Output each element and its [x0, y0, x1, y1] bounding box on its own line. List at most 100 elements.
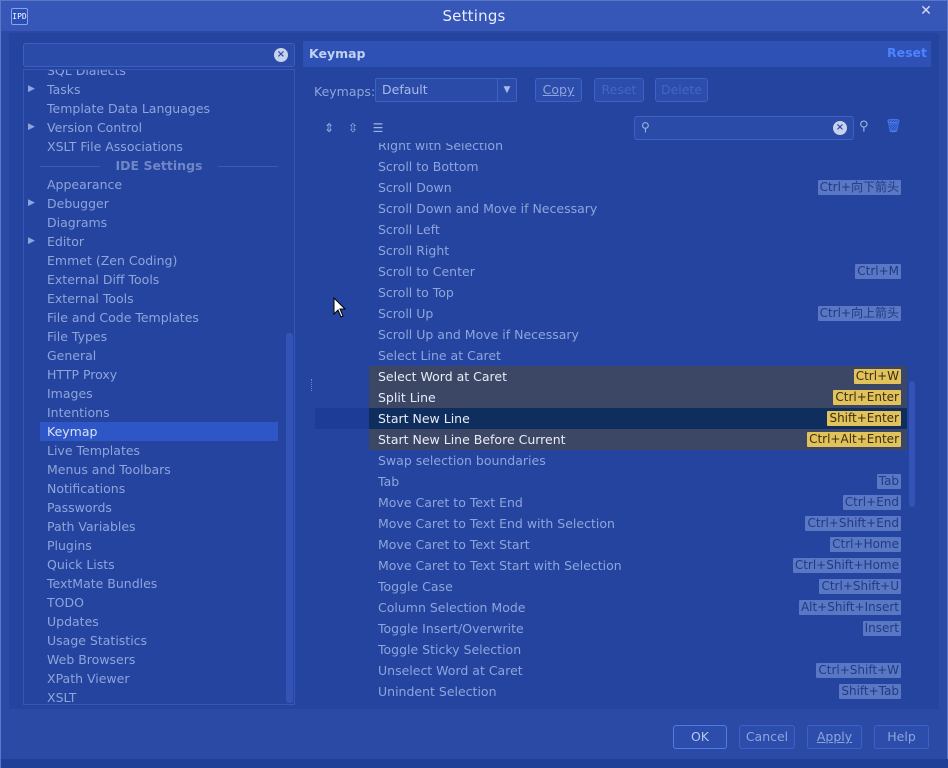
- tree-item[interactable]: Emmet (Zen Coding): [24, 251, 294, 270]
- shortcut-badge: Shift+Enter: [827, 411, 901, 426]
- tree-item[interactable]: ▶ Version Control: [24, 118, 294, 137]
- tree-item[interactable]: Menus and Toolbars: [24, 460, 294, 479]
- clear-keymap-search-icon[interactable]: ×: [833, 121, 847, 135]
- tree-item-label: File Types: [47, 329, 108, 344]
- tree-item[interactable]: SQL Dialects: [24, 69, 294, 80]
- action-row[interactable]: Scroll Up Ctrl+向上箭头: [303, 303, 907, 324]
- tree-item-label: Passwords: [47, 500, 112, 515]
- tree-item[interactable]: Appearance: [24, 175, 294, 194]
- action-row[interactable]: Right with Selection: [303, 143, 907, 156]
- tree-item[interactable]: File Types: [24, 327, 294, 346]
- action-row[interactable]: Select Line at Caret: [303, 345, 907, 366]
- action-name: Split Line: [378, 390, 436, 405]
- tree-item[interactable]: Template Data Languages: [24, 99, 294, 118]
- reset-keymap-button[interactable]: Reset: [594, 78, 644, 102]
- action-row[interactable]: Move Caret to Text End with Selection Ctr…: [303, 513, 907, 534]
- chevron-down-icon[interactable]: ▼: [497, 79, 516, 101]
- expand-arrow-icon[interactable]: ▶: [28, 194, 35, 213]
- tree-item[interactable]: TODO: [24, 593, 294, 612]
- action-row[interactable]: Move Caret to Text Start Ctrl+Home: [303, 534, 907, 555]
- action-row[interactable]: Unindent Selection Shift+Tab: [303, 681, 907, 702]
- action-row[interactable]: Tab Tab: [303, 471, 907, 492]
- expand-arrow-icon[interactable]: ▶: [28, 118, 35, 137]
- tree-item[interactable]: ▶ Editor: [24, 232, 294, 251]
- action-row[interactable]: Move Caret to Text End Ctrl+End: [303, 492, 907, 513]
- tree-item[interactable]: ▶ Tasks: [24, 80, 294, 99]
- settings-tree-items: SQL Dialects ▶ Tasks Template Data Language…: [24, 69, 294, 704]
- tree-item-label: Emmet (Zen Coding): [47, 253, 178, 268]
- tree-item[interactable]: Diagrams: [24, 213, 294, 232]
- close-icon[interactable]: ✕: [911, 1, 941, 21]
- action-row[interactable]: Scroll Down and Move if Necessary: [303, 198, 907, 219]
- action-row[interactable]: Swap selection boundaries: [303, 450, 907, 471]
- tree-item[interactable]: XSLT: [24, 688, 294, 704]
- tree-item[interactable]: Path Variables: [24, 517, 294, 536]
- action-row[interactable]: Move Caret to Text Start with Selection C…: [303, 555, 907, 576]
- action-row[interactable]: Column Selection Mode Alt+Shift+Insert: [303, 597, 907, 618]
- action-row[interactable]: Toggle Case Ctrl+Shift+U: [303, 576, 907, 597]
- help-button[interactable]: Help: [874, 725, 929, 749]
- tree-item[interactable]: Quick Lists: [24, 555, 294, 574]
- action-list-scrollbar[interactable]: [909, 381, 915, 507]
- reset-link[interactable]: Reset: [887, 45, 927, 60]
- action-name: Tab: [378, 474, 400, 489]
- shortcut-badge: Ctrl+Home: [830, 537, 901, 552]
- tree-item-label: Quick Lists: [47, 557, 115, 572]
- tree-item[interactable]: Live Templates: [24, 441, 294, 460]
- tree-item[interactable]: HTTP Proxy: [24, 365, 294, 384]
- tree-item[interactable]: File and Code Templates: [24, 308, 294, 327]
- cancel-button[interactable]: Cancel: [739, 725, 795, 749]
- action-row[interactable]: Scroll to Bottom: [303, 156, 907, 177]
- tree-item[interactable]: XPath Viewer: [24, 669, 294, 688]
- trash-icon[interactable]: 🗑: [885, 119, 902, 134]
- find-by-shortcut-icon[interactable]: ⚲: [859, 119, 869, 134]
- tree-item[interactable]: Keymap: [40, 422, 278, 441]
- tree-item[interactable]: Passwords: [24, 498, 294, 517]
- action-row[interactable]: Split Line Ctrl+Enter: [303, 387, 907, 408]
- clear-search-icon[interactable]: ×: [274, 48, 288, 62]
- tree-item[interactable]: External Tools: [24, 289, 294, 308]
- collapse-all-icon[interactable]: ⇳: [345, 120, 361, 136]
- tree-item-label: SQL Dialects: [47, 69, 126, 78]
- tree-item[interactable]: XSLT File Associations: [24, 137, 294, 156]
- tree-item[interactable]: Plugins: [24, 536, 294, 555]
- delete-keymap-button[interactable]: Delete: [655, 78, 708, 102]
- expand-all-icon[interactable]: ⇕: [321, 120, 337, 136]
- action-row[interactable]: Select Word at Caret Ctrl+W: [303, 366, 907, 387]
- mouse-cursor-icon: [333, 297, 347, 318]
- action-row[interactable]: Toggle Insert/Overwrite Insert: [303, 618, 907, 639]
- action-row[interactable]: Scroll to Center Ctrl+M: [303, 261, 907, 282]
- shortcut-badge: Ctrl+向上箭头: [817, 306, 901, 321]
- action-row[interactable]: Scroll Down Ctrl+向下箭头: [303, 177, 907, 198]
- settings-search-input[interactable]: ×: [23, 43, 295, 67]
- tree-item[interactable]: ▶ Debugger: [24, 194, 294, 213]
- tree-item[interactable]: TextMate Bundles: [24, 574, 294, 593]
- action-row[interactable]: Scroll to Top: [303, 282, 907, 303]
- edit-shortcut-icon[interactable]: ☰: [370, 120, 386, 136]
- tree-item[interactable]: Notifications: [24, 479, 294, 498]
- ok-button[interactable]: OK: [673, 725, 727, 749]
- action-row[interactable]: Scroll Left: [303, 219, 907, 240]
- tree-item[interactable]: Web Browsers: [24, 650, 294, 669]
- action-name: Select Word at Caret: [378, 369, 508, 384]
- action-row[interactable]: Toggle Sticky Selection: [303, 639, 907, 660]
- tree-item[interactable]: General: [24, 346, 294, 365]
- tree-item[interactable]: Images: [24, 384, 294, 403]
- tree-item[interactable]: Intentions: [24, 403, 294, 422]
- action-row[interactable]: Unselect Word at Caret Ctrl+Shift+W: [303, 660, 907, 681]
- search-icon: ⚲: [641, 120, 650, 134]
- action-row[interactable]: Start New Line Shift+Enter: [303, 408, 907, 429]
- expand-arrow-icon[interactable]: ▶: [28, 232, 35, 251]
- expand-arrow-icon[interactable]: ▶: [28, 80, 35, 99]
- tree-item[interactable]: Updates: [24, 612, 294, 631]
- keymap-search-input[interactable]: ⚲ ×: [634, 116, 854, 140]
- tree-item[interactable]: Usage Statistics: [24, 631, 294, 650]
- apply-button[interactable]: Apply: [807, 725, 862, 749]
- keymap-select[interactable]: Default ▼: [375, 78, 517, 102]
- action-row[interactable]: Start New Line Before Current Ctrl+Alt+En…: [303, 429, 907, 450]
- copy-button[interactable]: Copy: [535, 78, 582, 102]
- tree-scrollbar[interactable]: [286, 333, 293, 703]
- tree-item[interactable]: External Diff Tools: [24, 270, 294, 289]
- action-row[interactable]: Scroll Up and Move if Necessary: [303, 324, 907, 345]
- action-row[interactable]: Scroll Right: [303, 240, 907, 261]
